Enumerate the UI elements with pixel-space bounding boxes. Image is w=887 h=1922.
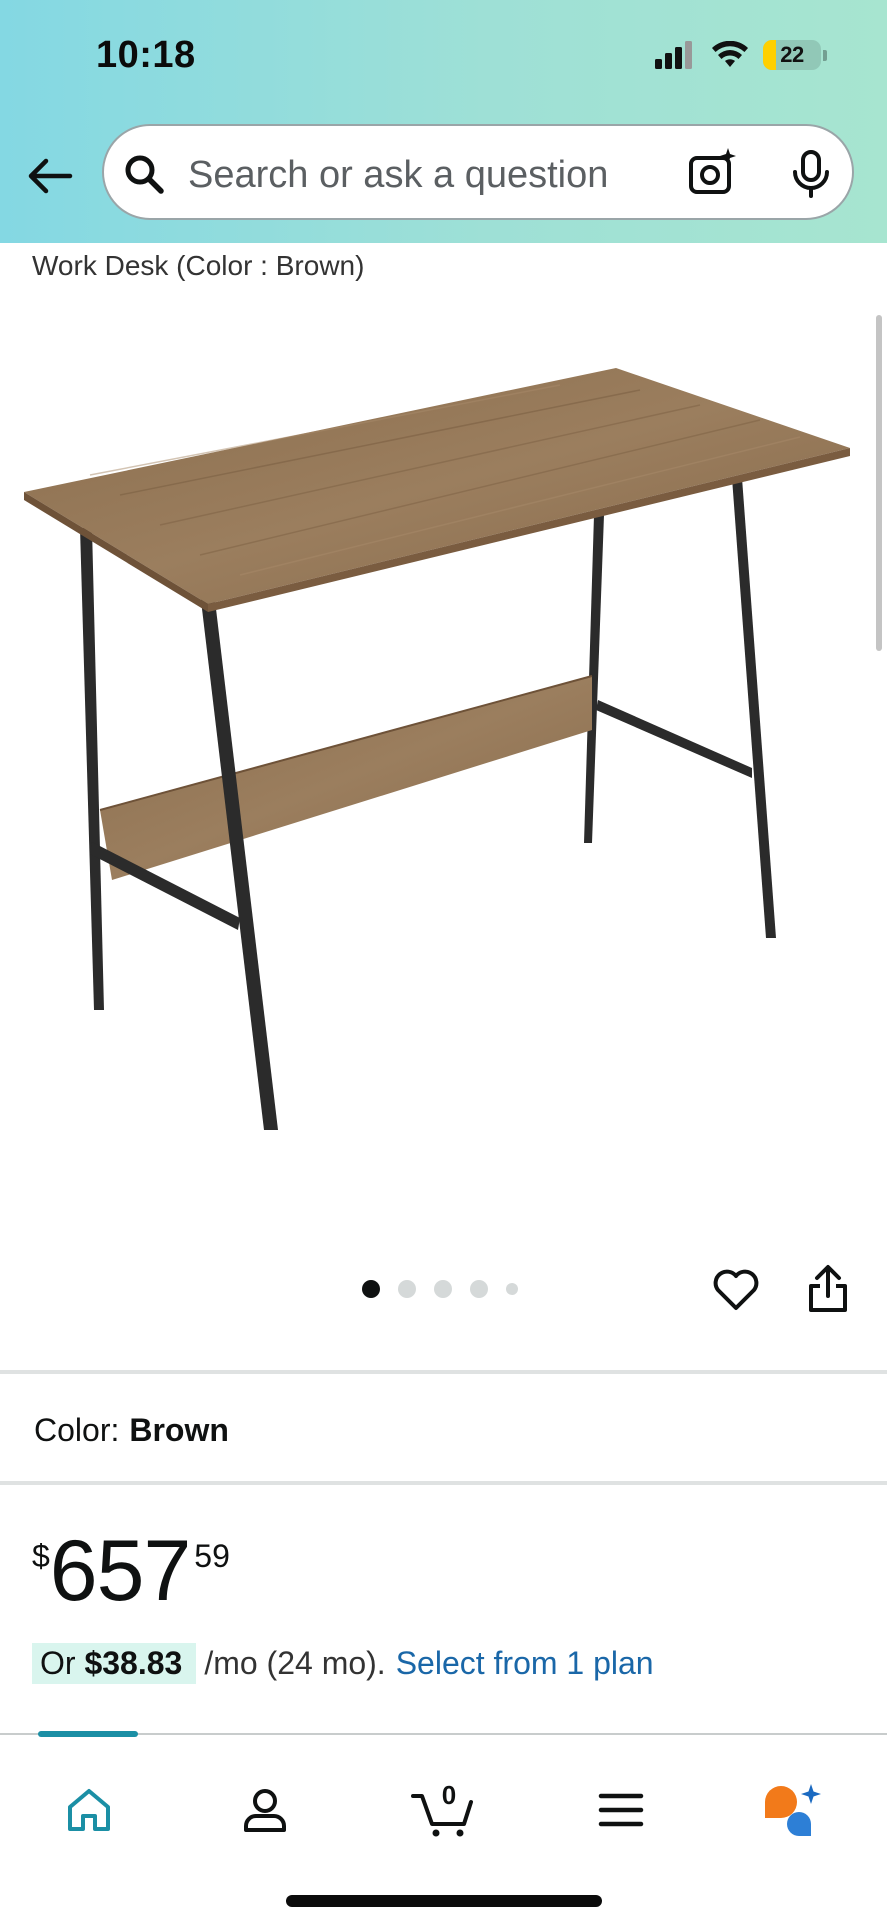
- home-icon[interactable]: [65, 1787, 113, 1833]
- cart-icon[interactable]: 0: [410, 1780, 480, 1840]
- price-whole: 657: [49, 1523, 191, 1619]
- active-tab-indicator: [38, 1731, 138, 1737]
- search-bar[interactable]: Search or ask a question: [102, 124, 854, 220]
- battery-level: [763, 40, 776, 70]
- installment-amount: $38.83: [84, 1645, 183, 1681]
- installment-terms: /mo (24 mo).: [204, 1645, 386, 1681]
- rufus-assistant-icon[interactable]: [761, 1782, 825, 1838]
- camera-search-icon[interactable]: [686, 146, 738, 198]
- installment-prefix: Or: [40, 1645, 76, 1681]
- battery-tip: [823, 49, 827, 61]
- back-arrow-icon[interactable]: [24, 150, 76, 202]
- product-title: Work Desk (Color : Brown): [32, 250, 365, 281]
- pagination-dot[interactable]: [398, 1280, 416, 1298]
- installment-chip: Or $38.83: [32, 1643, 197, 1684]
- nav-account[interactable]: [230, 1775, 300, 1845]
- bottom-navigation: 0: [0, 1731, 887, 1922]
- section-divider: [0, 1481, 887, 1485]
- home-gesture-bar[interactable]: [286, 1895, 602, 1907]
- share-icon[interactable]: [806, 1264, 850, 1314]
- section-divider: [0, 1370, 887, 1374]
- search-input[interactable]: Search or ask a question: [188, 154, 608, 197]
- select-plan-link[interactable]: Select from 1 plan: [396, 1645, 654, 1682]
- menu-icon[interactable]: [598, 1792, 644, 1828]
- pagination-dot[interactable]: [506, 1283, 518, 1295]
- nav-cart[interactable]: 0: [408, 1775, 482, 1845]
- installment-offer: Or $38.83 /mo (24 mo). Select from 1 pla…: [32, 1643, 654, 1684]
- product-image[interactable]: [0, 340, 887, 1160]
- microphone-icon[interactable]: [786, 148, 836, 200]
- wifi-icon: [712, 41, 748, 67]
- price-display: $ 657 59: [32, 1528, 230, 1614]
- account-icon[interactable]: [242, 1786, 288, 1834]
- search-icon: [125, 155, 164, 194]
- pagination-dot[interactable]: [470, 1280, 488, 1298]
- image-pagination[interactable]: [362, 1280, 518, 1298]
- cellular-signal-icon: [655, 41, 692, 69]
- pagination-dot[interactable]: [434, 1280, 452, 1298]
- color-label: Color:: [34, 1412, 120, 1448]
- nav-menu[interactable]: [586, 1775, 656, 1845]
- battery-indicator: 22: [763, 40, 821, 70]
- battery-percentage: 22: [780, 42, 804, 67]
- status-time: 10:18: [96, 34, 196, 76]
- status-icons: 22: [653, 40, 827, 70]
- color-selection: Color: Brown: [34, 1412, 229, 1449]
- nav-rufus[interactable]: [758, 1775, 828, 1845]
- color-value: Brown: [129, 1412, 229, 1448]
- nav-home[interactable]: [54, 1775, 124, 1845]
- heart-icon[interactable]: [712, 1268, 760, 1312]
- pagination-dot[interactable]: [362, 1280, 380, 1298]
- cart-count: 0: [442, 1780, 456, 1810]
- price-currency: $: [32, 1538, 50, 1574]
- price-fraction: 59: [194, 1538, 230, 1574]
- app-header: 10:18 22 Search or ask a question: [0, 0, 887, 243]
